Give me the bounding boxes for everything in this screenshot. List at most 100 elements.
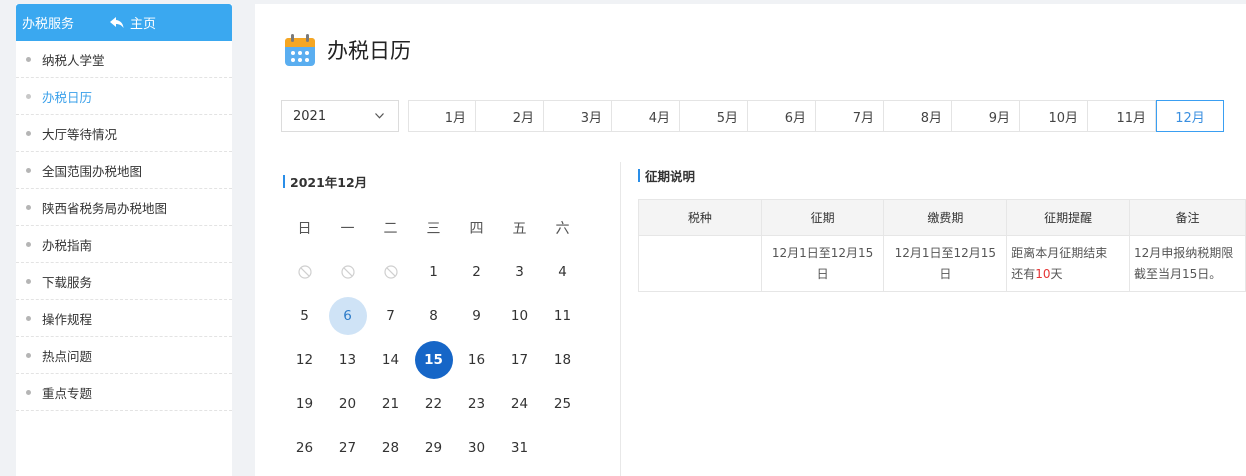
day-number: 3 — [515, 264, 524, 280]
weekday-header: 日一二三四五六 — [283, 206, 584, 250]
calendar-day[interactable]: 27 — [326, 426, 369, 470]
day-number: 19 — [295, 396, 314, 412]
month-tab[interactable]: 7月 — [816, 100, 884, 132]
month-tab[interactable]: 9月 — [952, 100, 1020, 132]
calendar-day[interactable]: 2 — [455, 250, 498, 294]
sidebar-item[interactable]: 办税日历 — [16, 78, 232, 115]
day-number: 2 — [472, 264, 481, 280]
cell-period: 12月1日至12月15 日 — [760, 235, 885, 292]
calendar-day[interactable]: 8 — [412, 294, 455, 338]
weekday-label: 六 — [555, 221, 570, 237]
month-tab[interactable]: 2月 — [476, 100, 544, 132]
payment-line2: 日 — [939, 266, 952, 281]
month-tab[interactable]: 5月 — [680, 100, 748, 132]
calendar-day[interactable]: 18 — [541, 338, 584, 382]
calendar-week: 26 27 28 29 30 31 — [283, 426, 584, 470]
weekday-label: 三 — [426, 221, 441, 237]
sidebar-item[interactable]: 陕西省税务局办税地图 — [16, 189, 232, 226]
sidebar-item-label: 办税日历 — [42, 89, 93, 105]
calendar-day[interactable]: 20 — [326, 382, 369, 426]
day-number: 5 — [300, 308, 309, 324]
calendar-body: 1 2 3 4 5 6 7 8 9 10 11 12 13 14 15 16 17 18 19 20 21 22 23 24 2… — [283, 250, 584, 470]
calendar-day[interactable]: 17 — [498, 338, 541, 382]
calendar-day[interactable]: 30 — [455, 426, 498, 470]
day-number: 23 — [467, 396, 486, 412]
month-tab[interactable]: 8月 — [884, 100, 952, 132]
calendar-day[interactable]: 1 — [412, 250, 455, 294]
calendar-day[interactable]: 22 — [412, 382, 455, 426]
calendar-day[interactable]: 11 — [541, 294, 584, 338]
month-tab[interactable]: 1月 — [408, 100, 476, 132]
home-link[interactable]: 主页 — [110, 13, 156, 32]
col-header-payment: 缴费期 — [883, 199, 1008, 236]
calendar-day[interactable]: 31 — [498, 426, 541, 470]
calendar-week: 1 2 3 4 — [283, 250, 584, 294]
reminder-line1: 距离本月征期结束 — [1011, 245, 1108, 260]
calendar-day[interactable]: 24 — [498, 382, 541, 426]
cell-payment: 12月1日至12月15 日 — [883, 235, 1008, 292]
bullet-icon — [26, 315, 31, 321]
sidebar-item-label: 纳税人学堂 — [42, 52, 105, 68]
calendar-day[interactable]: 29 — [412, 426, 455, 470]
month-tab[interactable]: 4月 — [612, 100, 680, 132]
calendar-day[interactable]: 9 — [455, 294, 498, 338]
sidebar-item-label: 重点专题 — [42, 385, 93, 401]
calendar-day[interactable]: 4 — [541, 250, 584, 294]
day-number: 27 — [338, 440, 357, 456]
year-select[interactable]: 2021 — [281, 100, 399, 132]
sidebar-item[interactable]: 办税指南 — [16, 226, 232, 263]
calendar-day[interactable]: 21 — [369, 382, 412, 426]
sidebar-title: 办税服务 — [22, 17, 75, 32]
month-tab[interactable]: 3月 — [544, 100, 612, 132]
bullet-icon — [26, 167, 31, 173]
bullet-icon — [26, 130, 31, 136]
day-number: 30 — [467, 440, 486, 456]
calendar-day[interactable]: 19 — [283, 382, 326, 426]
sidebar-header: 办税服务 主页 — [16, 4, 232, 41]
calendar-day[interactable]: 13 — [326, 338, 369, 382]
day-number: 22 — [424, 396, 443, 412]
calendar-day[interactable]: 16 — [455, 338, 498, 382]
weekday-label: 一 — [340, 221, 355, 237]
day-number: 24 — [510, 396, 529, 412]
calendar-day[interactable]: 12 — [283, 338, 326, 382]
sidebar-item[interactable]: 全国范围办税地图 — [16, 152, 232, 189]
col-header-tax-type: 税种 — [638, 199, 762, 236]
calendar-day[interactable]: 14 — [369, 338, 412, 382]
month-tab[interactable]: 6月 — [748, 100, 816, 132]
year-value: 2021 — [293, 108, 327, 124]
calendar-day[interactable]: 10 — [498, 294, 541, 338]
sidebar-item[interactable]: 重点专题 — [16, 374, 232, 411]
sidebar-item[interactable]: 操作规程 — [16, 300, 232, 337]
period-line1: 12月1日至12月15 — [771, 245, 874, 260]
bullet-icon — [26, 204, 31, 210]
disabled-day-icon — [283, 250, 326, 294]
table-header-row: 税种 征期 缴费期 征期提醒 备注 — [638, 199, 1246, 236]
calendar-day[interactable]: 25 — [541, 382, 584, 426]
calendar-day[interactable]: 3 — [498, 250, 541, 294]
sidebar: 办税服务 主页 纳税人学堂办税日历大厅等待情况全国范围办税地图陕西省税务局办税地… — [16, 4, 232, 476]
calendar-day[interactable]: 5 — [283, 294, 326, 338]
bullet-icon — [26, 389, 31, 395]
sidebar-item[interactable]: 大厅等待情况 — [16, 115, 232, 152]
calendar-week: 5 6 7 8 9 10 11 — [283, 294, 584, 338]
calendar-day[interactable]: 7 — [369, 294, 412, 338]
sidebar-item[interactable]: 纳税人学堂 — [16, 41, 232, 78]
sidebar-menu: 纳税人学堂办税日历大厅等待情况全国范围办税地图陕西省税务局办税地图 办税指南 下载服… — [16, 41, 232, 411]
weekday-label: 二 — [383, 221, 398, 237]
calendar-day-today[interactable]: 6 — [326, 294, 369, 338]
month-tab[interactable]: 10月 — [1020, 100, 1088, 132]
calendar-day[interactable]: 23 — [455, 382, 498, 426]
table-row: 12月1日至12月15 日 12月1日至12月15 日 距离本月征期结束 还有1… — [638, 235, 1246, 292]
month-tab[interactable]: 11月 — [1088, 100, 1156, 132]
month-tab[interactable]: 12月 — [1156, 100, 1224, 132]
sidebar-item-label: 全国范围办税地图 — [42, 163, 143, 179]
calendar-day[interactable]: 26 — [283, 426, 326, 470]
day-number: 14 — [381, 352, 400, 368]
calendar-day[interactable]: 28 — [369, 426, 412, 470]
calendar-day-deadline[interactable]: 15 — [412, 338, 455, 382]
day-number: 15 — [414, 341, 453, 379]
day-number: 20 — [338, 396, 357, 412]
sidebar-item[interactable]: 热点问题 — [16, 337, 232, 374]
sidebar-item[interactable]: 下载服务 — [16, 263, 232, 300]
